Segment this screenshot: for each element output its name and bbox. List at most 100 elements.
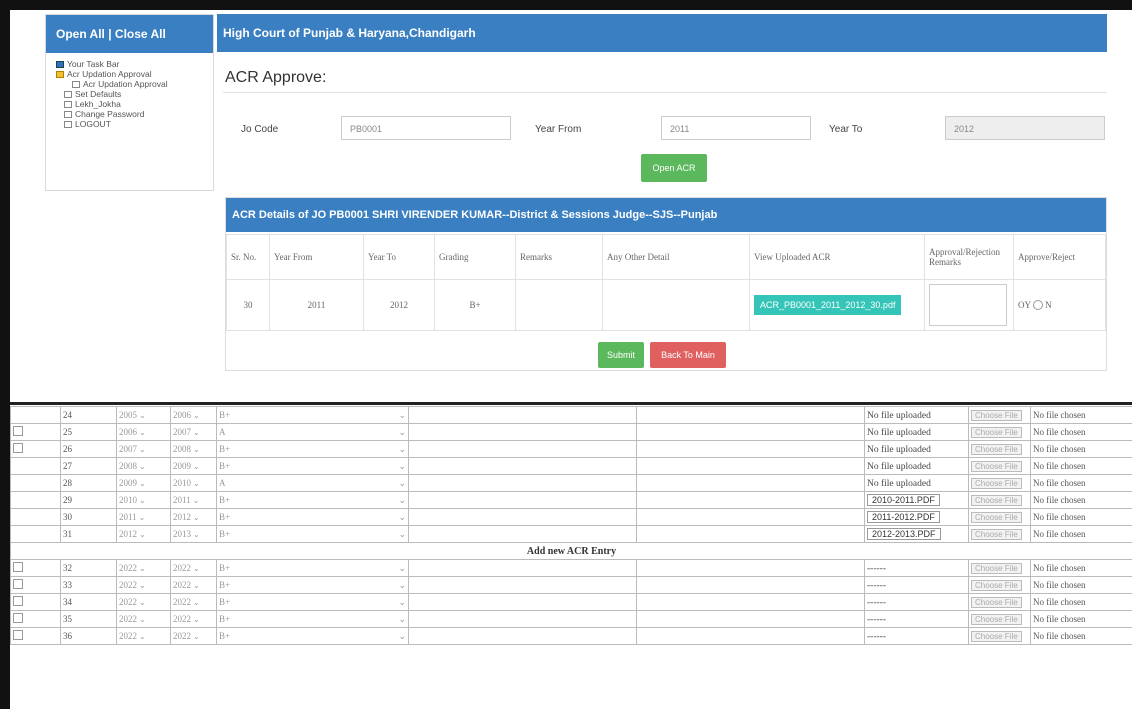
year-to-select[interactable]: 2022	[173, 631, 200, 641]
cell-remarks[interactable]	[408, 627, 637, 645]
year-to-select[interactable]: 2022	[173, 563, 200, 573]
year-from-input[interactable]: 2011	[661, 116, 811, 140]
choose-file-button[interactable]: Choose File	[971, 562, 1022, 574]
cell-remarks[interactable]	[408, 440, 637, 458]
cell-checkbox[interactable]	[10, 610, 61, 628]
row-checkbox[interactable]	[13, 579, 23, 589]
cell-other[interactable]	[636, 576, 865, 594]
cell-remarks[interactable]	[408, 491, 637, 509]
year-to-select[interactable]: 2013	[173, 529, 200, 539]
cell-other[interactable]	[636, 559, 865, 577]
grade-select[interactable]: B+ ⌄	[219, 444, 406, 455]
cell-remarks[interactable]	[408, 457, 637, 475]
cell-remarks[interactable]	[408, 610, 637, 628]
choose-file-button[interactable]: Choose File	[971, 477, 1022, 489]
cell-remarks[interactable]	[408, 474, 637, 492]
row-checkbox[interactable]	[13, 596, 23, 606]
tree-item[interactable]: Set Defaults	[56, 89, 213, 99]
cell-remarks[interactable]	[408, 593, 637, 611]
year-to-select[interactable]: 2006	[173, 410, 200, 420]
grade-select[interactable]: B+ ⌄	[219, 410, 406, 421]
year-to-select[interactable]: 2007	[173, 427, 200, 437]
cell-remarks[interactable]	[408, 406, 637, 424]
year-to-select[interactable]: 2022	[173, 580, 200, 590]
year-from-select[interactable]: 2022	[119, 563, 146, 573]
row-checkbox[interactable]	[13, 613, 23, 623]
grade-select[interactable]: B+ ⌄	[219, 512, 406, 523]
grade-select[interactable]: B+ ⌄	[219, 529, 406, 540]
open-acr-button[interactable]: Open ACR	[641, 154, 707, 182]
year-to-input[interactable]: 2012	[945, 116, 1105, 140]
choose-file-button[interactable]: Choose File	[971, 579, 1022, 591]
tree-item[interactable]: Acr Updation Approval	[56, 79, 213, 89]
approve-radio[interactable]	[1032, 300, 1043, 311]
choose-file-button[interactable]: Choose File	[971, 528, 1022, 540]
year-from-select[interactable]: 2012	[119, 529, 146, 539]
cell-remarks[interactable]	[408, 423, 637, 441]
year-from-select[interactable]: 2009	[119, 478, 146, 488]
cell-other[interactable]	[636, 491, 865, 509]
choose-file-button[interactable]: Choose File	[971, 511, 1022, 523]
cell-checkbox[interactable]	[10, 593, 61, 611]
row-checkbox[interactable]	[13, 426, 23, 436]
grade-select[interactable]: A ⌄	[219, 427, 406, 438]
year-from-select[interactable]: 2005	[119, 410, 146, 420]
cell-other[interactable]	[636, 593, 865, 611]
year-to-select[interactable]: 2022	[173, 614, 200, 624]
row-checkbox[interactable]	[13, 562, 23, 572]
grade-select[interactable]: B+ ⌄	[219, 580, 406, 591]
submit-button[interactable]: Submit	[598, 342, 644, 368]
uploaded-file-link[interactable]: 2011-2012.PDF	[867, 511, 940, 523]
choose-file-button[interactable]: Choose File	[971, 460, 1022, 472]
year-from-select[interactable]: 2010	[119, 495, 146, 505]
tree-item[interactable]: LOGOUT	[56, 119, 213, 129]
jo-code-input[interactable]: PB0001	[341, 116, 511, 140]
cell-remarks[interactable]	[408, 576, 637, 594]
year-from-select[interactable]: 2008	[119, 461, 146, 471]
year-to-select[interactable]: 2008	[173, 444, 200, 454]
year-from-select[interactable]: 2022	[119, 614, 146, 624]
grade-select[interactable]: B+ ⌄	[219, 597, 406, 608]
cell-other[interactable]	[636, 423, 865, 441]
year-to-select[interactable]: 2009	[173, 461, 200, 471]
cell-checkbox[interactable]	[10, 576, 61, 594]
grade-select[interactable]: B+ ⌄	[219, 495, 406, 506]
back-to-main-button[interactable]: Back To Main	[650, 342, 726, 368]
cell-other[interactable]	[636, 508, 865, 526]
cell-other[interactable]	[636, 474, 865, 492]
choose-file-button[interactable]: Choose File	[971, 409, 1022, 421]
uploaded-file-link[interactable]: 2010-2011.PDF	[867, 494, 940, 506]
tree-item[interactable]: Your Task Bar	[56, 59, 213, 69]
tree-item[interactable]: Change Password	[56, 109, 213, 119]
grade-select[interactable]: B+ ⌄	[219, 631, 406, 642]
cell-other[interactable]	[636, 525, 865, 543]
cell-checkbox[interactable]	[10, 423, 61, 441]
cell-checkbox[interactable]	[10, 559, 61, 577]
choose-file-button[interactable]: Choose File	[971, 630, 1022, 642]
cell-other[interactable]	[636, 610, 865, 628]
cell-other[interactable]	[636, 457, 865, 475]
year-from-select[interactable]: 2011	[119, 512, 145, 522]
year-from-select[interactable]: 2022	[119, 597, 146, 607]
year-to-select[interactable]: 2012	[173, 512, 200, 522]
choose-file-button[interactable]: Choose File	[971, 443, 1022, 455]
tree-item[interactable]: Acr Updation Approval	[56, 69, 213, 79]
cell-other[interactable]	[636, 440, 865, 458]
grade-select[interactable]: A ⌄	[219, 478, 406, 489]
view-acr-file-button[interactable]: ACR_PB0001_2011_2012_30.pdf	[754, 295, 902, 315]
uploaded-file-link[interactable]: 2012-2013.PDF	[867, 528, 941, 540]
cell-checkbox[interactable]	[10, 627, 61, 645]
cell-checkbox[interactable]	[10, 440, 61, 458]
open-close-all[interactable]: Open All | Close All	[46, 15, 213, 53]
year-from-select[interactable]: 2022	[119, 580, 146, 590]
row-checkbox[interactable]	[13, 630, 23, 640]
choose-file-button[interactable]: Choose File	[971, 426, 1022, 438]
grade-select[interactable]: B+ ⌄	[219, 563, 406, 574]
grade-select[interactable]: B+ ⌄	[219, 461, 406, 472]
year-from-select[interactable]: 2022	[119, 631, 146, 641]
tree-item[interactable]: Lekh_Jokha	[56, 99, 213, 109]
year-to-select[interactable]: 2011	[173, 495, 199, 505]
row-checkbox[interactable]	[13, 443, 23, 453]
year-from-select[interactable]: 2007	[119, 444, 146, 454]
cell-other[interactable]	[636, 406, 865, 424]
